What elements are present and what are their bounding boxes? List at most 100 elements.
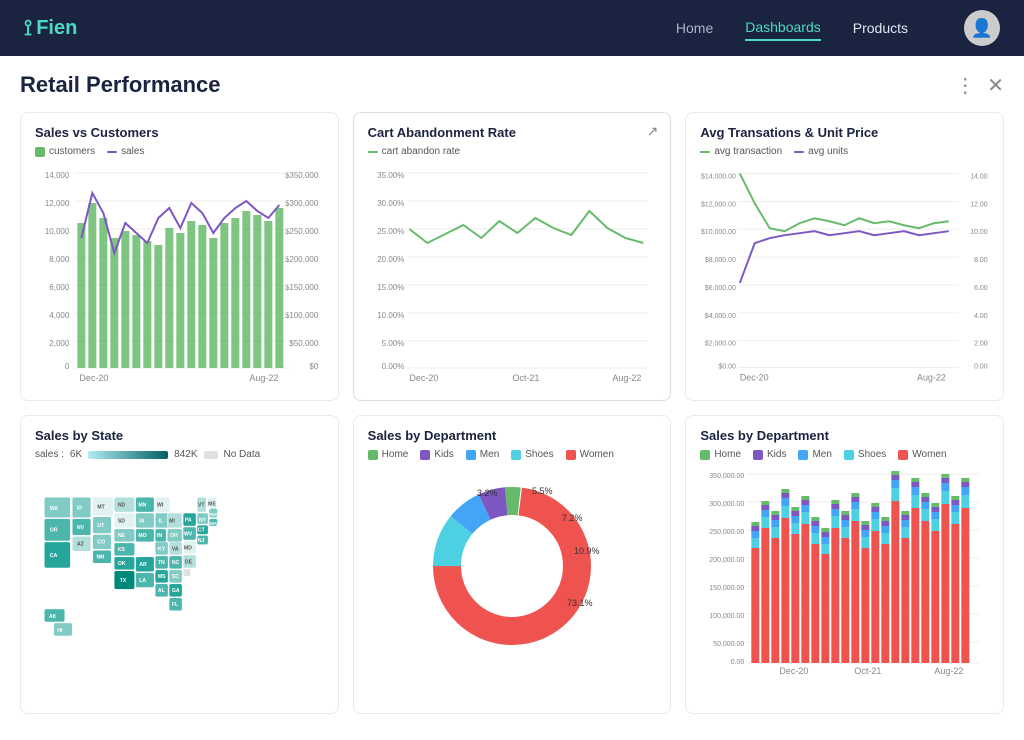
svg-text:30.00%: 30.00% bbox=[377, 199, 404, 208]
women-label: Women bbox=[580, 449, 614, 460]
kids6-label: Kids bbox=[767, 449, 786, 460]
svg-text:12,000: 12,000 bbox=[45, 199, 70, 208]
svg-text:NE: NE bbox=[118, 533, 126, 539]
svg-text:14.00: 14.00 bbox=[971, 173, 989, 180]
customers-label: customers bbox=[49, 146, 95, 157]
svg-text:Dec-20: Dec-20 bbox=[740, 372, 769, 382]
svg-text:5.00%: 5.00% bbox=[381, 339, 404, 348]
main-nav: Home Dashboards Products 👤 bbox=[676, 10, 1000, 46]
svg-text:$50,000: $50,000 bbox=[289, 339, 318, 348]
customers-color bbox=[35, 147, 45, 157]
svg-text:MN: MN bbox=[138, 503, 146, 509]
svg-text:WI: WI bbox=[157, 503, 164, 509]
svg-text:WV: WV bbox=[184, 531, 193, 537]
svg-text:15.00%: 15.00% bbox=[377, 283, 404, 292]
svg-text:NC: NC bbox=[172, 560, 180, 566]
legend-avg-units: avg units bbox=[794, 146, 848, 157]
svg-text:10,000: 10,000 bbox=[45, 227, 70, 236]
svg-text:4.00: 4.00 bbox=[974, 313, 988, 320]
svg-text:0.00%: 0.00% bbox=[381, 362, 404, 371]
logo-text: Fien bbox=[36, 17, 77, 40]
women-color bbox=[566, 450, 576, 460]
svg-text:$14,000.00: $14,000.00 bbox=[701, 173, 736, 180]
home-color bbox=[368, 450, 378, 460]
svg-text:OH: OH bbox=[170, 533, 178, 539]
svg-text:$350,000: $350,000 bbox=[285, 171, 319, 180]
nav-dashboards[interactable]: Dashboards bbox=[745, 15, 821, 41]
legend6-men: Men bbox=[798, 449, 831, 460]
men-label: Men bbox=[480, 449, 499, 460]
svg-text:IN: IN bbox=[157, 533, 162, 539]
svg-text:$100,000: $100,000 bbox=[285, 311, 319, 320]
svg-text:0.00: 0.00 bbox=[974, 364, 988, 371]
svg-text:SD: SD bbox=[118, 518, 125, 524]
expand-icon[interactable]: ↗ bbox=[647, 123, 659, 140]
sales-by-state-card: Sales by State sales : 6K 842K No Data W… bbox=[20, 415, 339, 714]
svg-text:MT: MT bbox=[97, 504, 105, 510]
svg-text:4,000: 4,000 bbox=[49, 311, 70, 320]
chart1-svg: 14,000 12,000 10,000 8,000 6,000 4,000 2… bbox=[35, 163, 324, 383]
svg-text:NH: NH bbox=[210, 512, 217, 517]
svg-text:OR: OR bbox=[50, 528, 58, 534]
cart-label: cart abandon rate bbox=[382, 146, 460, 157]
state-dc bbox=[183, 569, 190, 576]
legend-kids: Kids bbox=[420, 449, 453, 460]
svg-text:7.2%: 7.2% bbox=[562, 513, 583, 523]
svg-text:MI: MI bbox=[169, 518, 175, 524]
more-options-icon[interactable]: ⋮ bbox=[955, 73, 975, 98]
sales-by-dept-bar-card: Sales by Department Home Kids Men Shoes bbox=[685, 415, 1004, 714]
legend-avg-trans: avg transaction bbox=[700, 146, 782, 157]
svg-text:2,000: 2,000 bbox=[49, 339, 70, 348]
svg-text:Dec-20: Dec-20 bbox=[780, 666, 809, 676]
svg-text:$10,000.00: $10,000.00 bbox=[701, 229, 736, 236]
svg-text:NM: NM bbox=[96, 555, 104, 561]
svg-text:0: 0 bbox=[65, 362, 70, 371]
home-label: Home bbox=[382, 449, 409, 460]
legend6-kids: Kids bbox=[753, 449, 786, 460]
svg-text:250,000.00: 250,000.00 bbox=[710, 529, 745, 536]
us-map-svg: WA OR CA ID MT NV UT AZ CO NM bbox=[35, 466, 324, 696]
avg-units-label: avg units bbox=[808, 146, 848, 157]
chart3-svg: $14,000.00 $12,000.00 $10,000.00 $8,000.… bbox=[700, 163, 989, 383]
svg-text:NY: NY bbox=[199, 517, 207, 523]
kids-label: Kids bbox=[434, 449, 453, 460]
legend-shoes: Shoes bbox=[511, 449, 553, 460]
chart1-title: Sales vs Customers bbox=[35, 125, 324, 140]
close-icon[interactable]: ✕ bbox=[987, 73, 1004, 98]
avg-trans-label: avg transaction bbox=[714, 146, 782, 157]
svg-text:2.00: 2.00 bbox=[974, 341, 988, 348]
avatar[interactable]: 👤 bbox=[964, 10, 1000, 46]
shoes6-label: Shoes bbox=[858, 449, 886, 460]
svg-text:ME: ME bbox=[208, 502, 216, 508]
svg-text:VT: VT bbox=[198, 503, 205, 509]
svg-text:AR: AR bbox=[139, 562, 147, 568]
sales-label: sales bbox=[121, 146, 144, 157]
men6-color bbox=[798, 450, 808, 460]
legend-sales: sales bbox=[107, 146, 144, 157]
svg-text:35.00%: 35.00% bbox=[377, 171, 404, 180]
home6-label: Home bbox=[714, 449, 741, 460]
svg-text:UT: UT bbox=[97, 523, 105, 529]
women6-color bbox=[898, 450, 908, 460]
map-nodata-label: No Data bbox=[224, 449, 261, 460]
svg-text:AK: AK bbox=[49, 614, 57, 620]
svg-text:Aug-22: Aug-22 bbox=[612, 373, 641, 383]
cart-color bbox=[368, 151, 378, 153]
svg-text:150,000.00: 150,000.00 bbox=[710, 585, 745, 592]
svg-text:20.00%: 20.00% bbox=[377, 255, 404, 264]
kids-color bbox=[420, 450, 430, 460]
nav-home[interactable]: Home bbox=[676, 16, 713, 40]
chart2-title: Cart Abandonment Rate bbox=[368, 125, 657, 140]
page-actions: ⋮ ✕ bbox=[955, 73, 1004, 98]
avg-units-color bbox=[794, 151, 804, 153]
legend-home: Home bbox=[368, 449, 409, 460]
page-title: Retail Performance bbox=[20, 72, 221, 98]
nav-products[interactable]: Products bbox=[853, 16, 908, 40]
header: ⟟ Fien Home Dashboards Products 👤 bbox=[0, 0, 1024, 56]
svg-text:MS: MS bbox=[158, 574, 166, 580]
svg-text:SC: SC bbox=[172, 574, 179, 580]
svg-text:PA: PA bbox=[185, 517, 192, 523]
svg-text:Oct-21: Oct-21 bbox=[512, 373, 539, 383]
map-legend-max: 842K bbox=[174, 449, 197, 460]
svg-text:6,000: 6,000 bbox=[49, 283, 70, 292]
